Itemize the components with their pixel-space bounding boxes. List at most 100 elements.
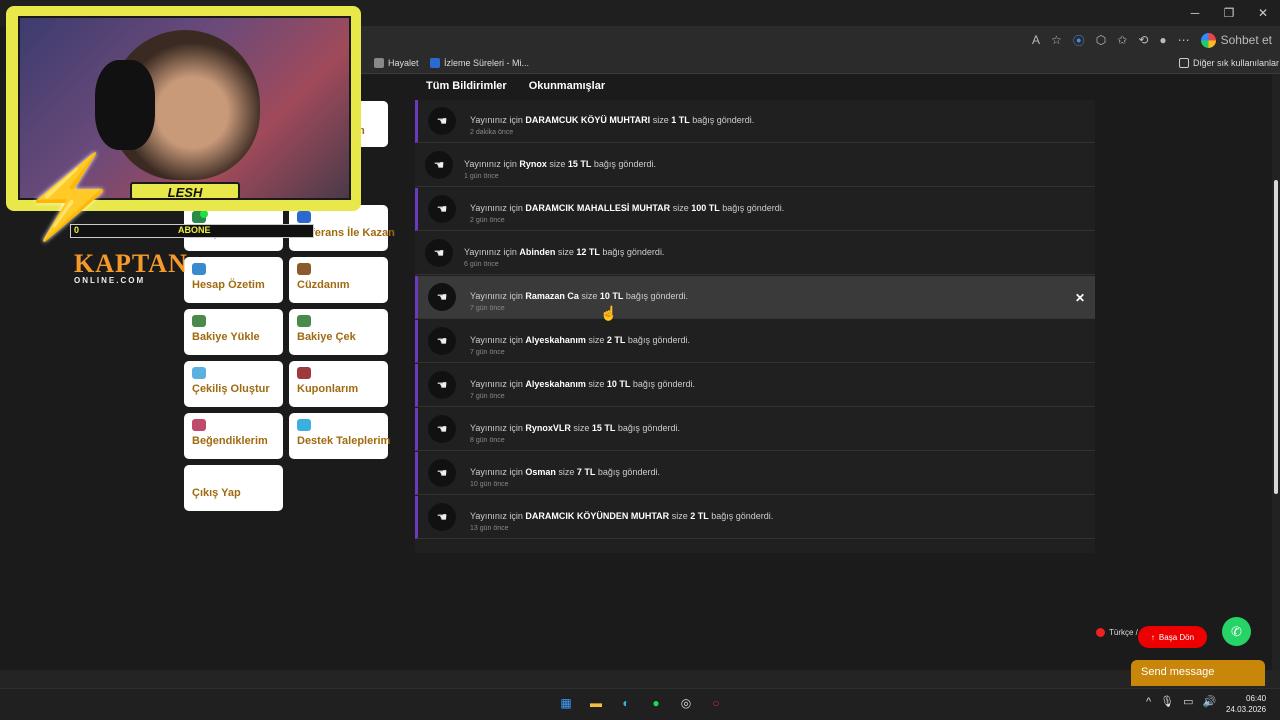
notification-item[interactable]: ☚ Yayınınız için Alyeskahanım size 2 TL b… xyxy=(415,320,1095,363)
obs-icon[interactable]: ◎ xyxy=(676,693,696,713)
history-icon[interactable]: ⟲ xyxy=(1138,33,1148,47)
donor-name: Rynox xyxy=(519,159,547,169)
favorite-item-izleme[interactable]: İzleme Süreleri - Mi... xyxy=(430,58,529,68)
donation-amount: 15 TL xyxy=(567,159,592,169)
menu-card[interactable]: Beğendiklerim xyxy=(184,413,283,459)
dismiss-notification-icon[interactable]: ✕ xyxy=(1075,291,1085,305)
file-explorer-icon[interactable]: ▬ xyxy=(586,693,606,713)
tab-all-notifications[interactable]: Tüm Bildirimler xyxy=(426,80,507,92)
extensions-icon[interactable]: ⬡ xyxy=(1096,33,1106,47)
profile-icon[interactable]: ● xyxy=(1159,33,1166,47)
menu-card-icon xyxy=(192,367,206,379)
favorite-item-hayalet[interactable]: Hayalet xyxy=(374,58,419,68)
donation-amount: 100 TL xyxy=(691,203,720,213)
folder-icon xyxy=(1179,58,1189,68)
menu-card[interactable]: Çekiliş Oluştur xyxy=(184,361,283,407)
media-icon[interactable]: ⦿ xyxy=(1073,32,1085,49)
opera-icon[interactable]: ○ xyxy=(706,693,726,713)
taskbar-apps: ▦ ▬ ◐ ● ◎ ○ xyxy=(556,693,726,713)
notification-item[interactable]: ☚ Yayınınız için RynoxVLR size 15 TL bağı… xyxy=(415,408,1095,451)
notification-item[interactable]: ☚ Yayınınız için Abinden size 12 TL bağış… xyxy=(415,232,1095,275)
volume-icon[interactable]: 🔊 xyxy=(1203,695,1217,708)
whatsapp-button[interactable]: ✆ xyxy=(1222,617,1251,646)
notification-suffix: bağış gönderdi. xyxy=(625,335,690,345)
notification-item[interactable]: ☚ Yayınınız için Osman size 7 TL bağış gö… xyxy=(415,452,1095,495)
notification-item[interactable]: ☚ Yayınınız için Rynox size 15 TL bağış g… xyxy=(415,144,1095,187)
menu-card[interactable]: Destek Taleplerim xyxy=(289,413,390,459)
notification-prefix: Yayınınız için xyxy=(464,159,520,169)
close-window-icon[interactable]: ✕ xyxy=(1246,0,1280,26)
notification-prefix: Yayınınız için xyxy=(470,467,526,477)
donation-amount: 15 TL xyxy=(591,423,616,433)
send-message-label: Send message xyxy=(1141,666,1215,678)
taskbar-clock[interactable]: 06:40 24.03.2026 xyxy=(1226,693,1266,715)
notification-text: Yayınınız için Alyeskahanım size 2 TL ba… xyxy=(470,335,690,345)
notification-time: 13 gün önce xyxy=(470,525,509,532)
favorite-star-icon[interactable]: ☆ xyxy=(1051,33,1062,47)
menu-card-label: Çıkış Yap xyxy=(192,487,241,499)
minimize-icon[interactable]: ─ xyxy=(1178,0,1212,26)
horizontal-scrollbar[interactable] xyxy=(0,670,1280,688)
notification-item[interactable]: ☚ Yayınınız için DARAMCIK MAHALLESİ MUHTA… xyxy=(415,188,1095,231)
donor-name: DARAMCIK MAHALLESİ MUHTAR xyxy=(525,203,671,213)
menu-card-icon xyxy=(192,419,206,431)
notification-mid: size xyxy=(555,467,577,477)
notification-text: Yayınınız için Abinden size 12 TL bağış … xyxy=(464,247,664,257)
language-selector[interactable]: Türkçe / xyxy=(1096,628,1138,637)
menu-card-icon xyxy=(192,263,206,275)
notification-item[interactable]: ☚ Yayınınız için DARAMCUK KÖYÜ MUHTARI si… xyxy=(415,100,1095,143)
favorites-icon[interactable]: ✩ xyxy=(1117,33,1127,47)
site-logo[interactable]: KAPTAN ONLINE.COM xyxy=(74,251,187,286)
donation-hand-icon: ☚ xyxy=(428,503,456,531)
donation-amount: 2 TL xyxy=(690,511,709,521)
donation-hand-icon: ☚ xyxy=(428,415,456,443)
notification-item[interactable]: ☚ Yayınınız için Alyeskahanım size 10 TL … xyxy=(415,364,1095,407)
donor-name: Alyeskahanım xyxy=(525,379,586,389)
donation-amount: 7 TL xyxy=(576,467,596,477)
donation-amount: 10 TL xyxy=(599,291,624,301)
notification-prefix: Yayınınız için xyxy=(470,115,526,125)
menu-card-icon xyxy=(192,315,206,327)
menu-card[interactable]: Kuponlarım xyxy=(289,361,388,407)
menu-card-label: Cüzdanım xyxy=(297,279,350,291)
favorite-label: Hayalet xyxy=(388,58,419,68)
menu-card-icon xyxy=(297,211,311,223)
other-favorites[interactable]: Diğer sık kullanılanlar xyxy=(1179,58,1279,68)
restore-icon[interactable]: ❐ xyxy=(1212,0,1246,26)
notification-suffix: bağış gönderdi. xyxy=(591,159,656,169)
chat-button[interactable]: Sohbet et xyxy=(1200,32,1272,48)
whatsapp-icon: ✆ xyxy=(1231,623,1242,639)
windows-start-icon[interactable]: ▦ xyxy=(556,693,576,713)
menu-card[interactable]: Bakiye Yükle xyxy=(184,309,283,355)
notification-mid: size xyxy=(555,247,577,257)
more-icon[interactable]: ⋯ xyxy=(1178,33,1190,47)
donation-hand-icon: ☚ xyxy=(425,151,453,179)
notification-mid: size xyxy=(546,159,568,169)
send-message-widget[interactable]: Send message xyxy=(1131,660,1265,686)
notification-suffix: bağış gönderdi. xyxy=(595,467,660,477)
notification-text: Yayınınız için DARAMCUK KÖYÜ MUHTARI siz… xyxy=(470,115,754,125)
notification-time: 2 gün önce xyxy=(470,217,505,224)
notification-item[interactable]: ☚ Yayınınız için DARAMCIK KÖYÜNDEN MUHTAR… xyxy=(415,496,1095,539)
tab-unread[interactable]: Okunmamışlar xyxy=(529,80,605,92)
menu-card[interactable]: Hesap Özetim xyxy=(184,257,283,303)
scroll-thumb[interactable] xyxy=(1274,180,1278,494)
notification-time: 7 gün önce xyxy=(470,305,505,312)
read-aloud-icon[interactable]: A xyxy=(1032,33,1040,47)
microphone-icon[interactable]: 🎙 xyxy=(1160,695,1174,708)
menu-card-label: Kuponlarım xyxy=(297,383,359,395)
network-icon[interactable]: ▭ xyxy=(1183,695,1193,708)
notification-item[interactable]: ☚ Yayınınız için Ramazan Ca size 10 TL ba… xyxy=(415,276,1095,319)
spotify-icon[interactable]: ● xyxy=(646,693,666,713)
menu-card[interactable]: Çıkış Yap xyxy=(184,465,283,511)
edge-icon[interactable]: ◐ xyxy=(616,693,636,713)
clock-date: 24.03.2026 xyxy=(1226,705,1267,714)
chevron-up-icon[interactable]: ^ xyxy=(1146,696,1151,708)
back-to-top-button[interactable]: ↑ Başa Dön xyxy=(1138,626,1207,648)
menu-card[interactable]: Bakiye Çek xyxy=(289,309,388,355)
menu-card[interactable]: Cüzdanım xyxy=(289,257,388,303)
notification-text: Yayınınız için Osman size 7 TL bağış gön… xyxy=(470,467,660,477)
donation-amount: 10 TL xyxy=(606,379,631,389)
notification-time: 2 dakika önce xyxy=(470,129,514,136)
favorite-label: İzleme Süreleri - Mi... xyxy=(444,58,530,68)
